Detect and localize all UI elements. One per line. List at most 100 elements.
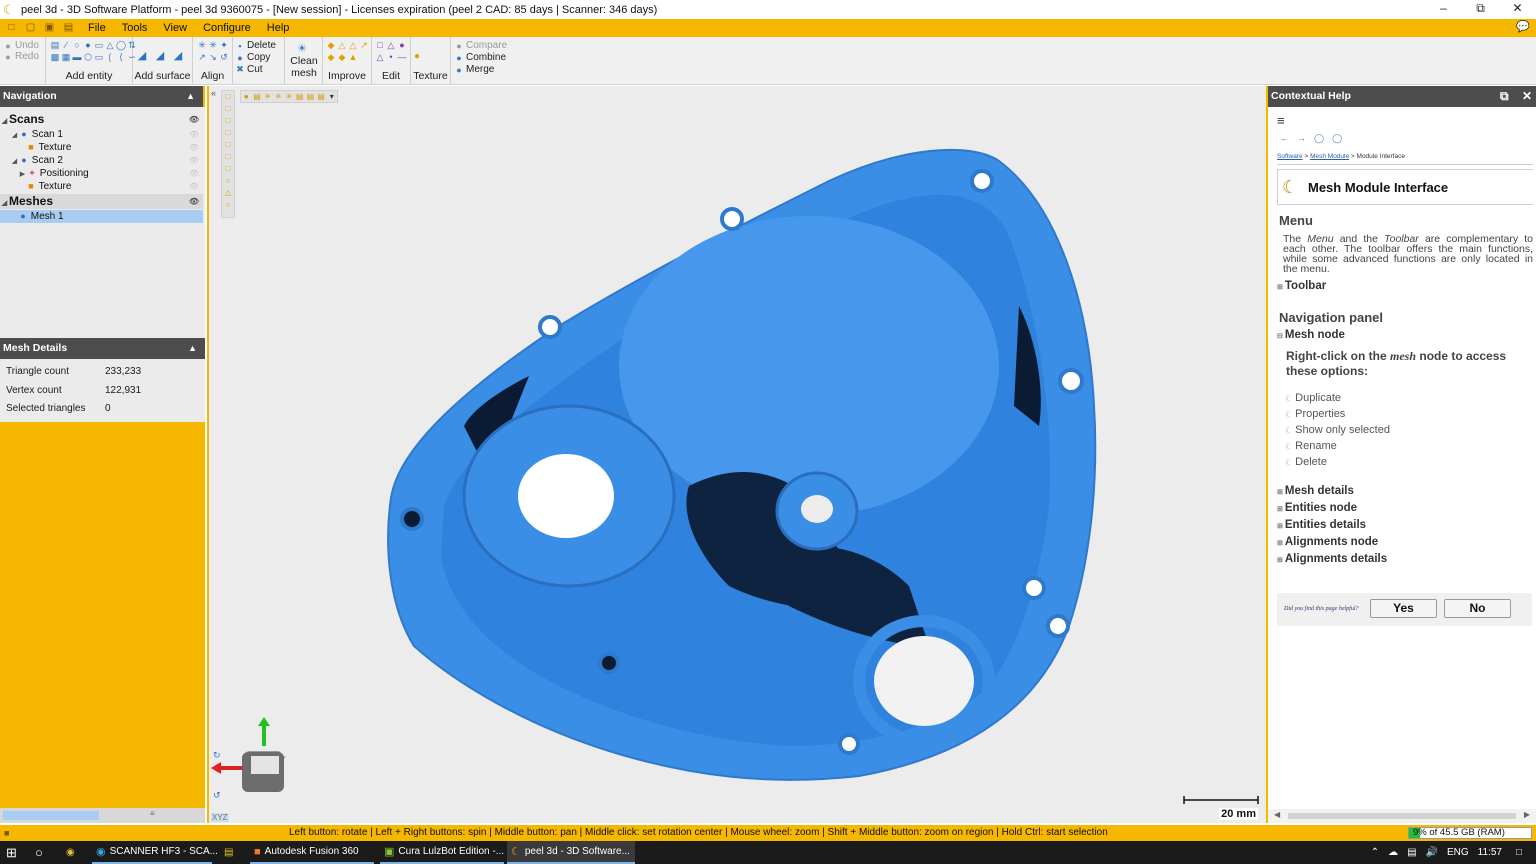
cylinder-icon[interactable]: ▭: [94, 40, 104, 51]
expand-arrow-icon[interactable]: ◢: [0, 196, 9, 211]
polygon-icon[interactable]: ⬡: [83, 52, 93, 63]
breadcrumb-software[interactable]: Software: [1277, 153, 1303, 160]
menu-file[interactable]: File: [80, 19, 114, 37]
restore-button[interactable]: ⧉: [1462, 0, 1499, 19]
tree-node-positioning[interactable]: ▶ ✦ Positioning 👁: [0, 167, 203, 180]
add-entity-label[interactable]: Add entity: [46, 70, 132, 82]
copy-button[interactable]: ● Copy: [236, 52, 270, 63]
align-transform-icon[interactable]: ↺: [219, 52, 229, 63]
network-icon[interactable]: ▤: [1407, 847, 1416, 858]
visibility-eye-icon[interactable]: 👁: [189, 112, 199, 127]
align-manual-icon[interactable]: ✦: [219, 40, 229, 51]
expand-arrow-icon[interactable]: ◢: [0, 114, 9, 129]
smooth-icon[interactable]: ◆: [326, 40, 336, 51]
align-label[interactable]: Align: [193, 70, 232, 82]
visibility-eye-icon[interactable]: 👁: [189, 180, 199, 193]
taskbar-peel3d[interactable]: ☾ peel 3d - 3D Software...: [507, 841, 635, 864]
undo-button[interactable]: ● Undo: [4, 40, 39, 51]
volume-icon[interactable]: 🔊: [1426, 847, 1438, 858]
alignments-node-section-link[interactable]: ⊞ Alignments node: [1277, 536, 1378, 548]
plane-cut-icon[interactable]: —: [397, 52, 407, 63]
menu-view[interactable]: View: [155, 19, 195, 37]
rectangle-icon[interactable]: ▭: [94, 52, 104, 63]
taskbar-fusion-360[interactable]: ■ Autodesk Fusion 360: [250, 841, 374, 864]
feedback-no-button[interactable]: No: [1444, 599, 1511, 618]
undock-icon[interactable]: ⧉: [1500, 89, 1509, 103]
close-window-button[interactable]: ✕: [1499, 0, 1536, 19]
tree-node-meshes[interactable]: ◢ Meshes 👁: [0, 194, 203, 209]
tree-node-scan-2-texture[interactable]: ■ Texture 👁: [0, 180, 203, 193]
slot-icon[interactable]: ▬: [72, 52, 82, 63]
language-indicator[interactable]: ENG: [1447, 847, 1469, 858]
fill-holes-icon[interactable]: ◆: [326, 52, 336, 63]
point-icon[interactable]: ●: [83, 40, 93, 51]
combine-button[interactable]: ● Combine: [455, 52, 506, 63]
breadcrumb-mesh-module[interactable]: Mesh Module: [1310, 153, 1349, 160]
notifications-icon[interactable]: □: [1516, 847, 1522, 858]
file-explorer-icon[interactable]: ▤: [224, 841, 233, 864]
grid-icon[interactable]: ▦: [61, 52, 71, 63]
add-surface-label[interactable]: Add surface: [133, 70, 192, 82]
circle-icon[interactable]: ○: [72, 40, 82, 51]
sharpen-icon[interactable]: ↗: [359, 40, 369, 51]
orientation-gizmo[interactable]: ↻ ↺: [209, 716, 299, 806]
edit-label[interactable]: Edit: [372, 70, 410, 82]
3d-viewport[interactable]: « □ □ □ □ □ □ □ ○ △ ○ ● ▤ ✳ ✳ ✳ ▤ ▤ ▤ ▾: [207, 86, 1266, 823]
line-icon[interactable]: ∕: [61, 40, 71, 51]
clean-mesh-group[interactable]: ☀ Clean mesh: [285, 37, 323, 84]
help-scrollbar-thumb[interactable]: [1288, 813, 1516, 819]
scroll-left-icon[interactable]: ◀: [1274, 810, 1280, 819]
alignments-details-section-link[interactable]: ⊞ Alignments details: [1277, 553, 1387, 565]
tree-node-scan-2[interactable]: ◢ ● Scan 2 👁: [0, 154, 203, 167]
tree-node-mesh-1[interactable]: ● Mesh 1: [0, 210, 203, 223]
toolbar-section-link[interactable]: ⊞ Toolbar: [1277, 280, 1326, 292]
hamburger-menu-icon[interactable]: ≡: [1277, 113, 1285, 128]
entities-details-section-link[interactable]: ⊞ Entities details: [1277, 519, 1366, 531]
feedback-yes-button[interactable]: Yes: [1370, 599, 1437, 618]
redo-button[interactable]: ● Redo: [4, 51, 39, 62]
mesh-render[interactable]: [209, 86, 1266, 823]
tray-chevron-icon[interactable]: ⌃: [1371, 847, 1379, 858]
menu-help[interactable]: Help: [259, 19, 298, 37]
scroll-right-icon[interactable]: ▶: [1524, 810, 1530, 819]
gizmo-rotate-icon[interactable]: ↻: [213, 751, 221, 761]
gizmo-rotate-icon[interactable]: ↺: [213, 791, 221, 801]
angle-icon[interactable]: ⟨: [116, 52, 126, 63]
remesh-icon[interactable]: ◆: [337, 52, 347, 63]
help-horizontal-scrollbar[interactable]: ◀ ▶: [1268, 809, 1536, 823]
tree-node-scan-1[interactable]: ◢ ● Scan 1 👁: [0, 128, 203, 141]
tree-node-scan-1-texture[interactable]: ■ Texture 👁: [0, 141, 203, 154]
compare-button[interactable]: ● Compare: [455, 40, 507, 51]
lasso-icon[interactable]: △: [375, 52, 385, 63]
menu-configure[interactable]: Configure: [195, 19, 259, 37]
scrollbar-thumb[interactable]: [3, 811, 99, 820]
visibility-eye-icon[interactable]: 👁: [189, 167, 199, 180]
menu-tools[interactable]: Tools: [114, 19, 156, 37]
visibility-eye-icon[interactable]: 👁: [189, 194, 199, 209]
optimize-icon[interactable]: [359, 52, 369, 63]
cut-button[interactable]: ✖ Cut: [236, 64, 262, 75]
select-icon[interactable]: □: [375, 40, 385, 51]
align-best-fit-icon[interactable]: ✳: [197, 40, 207, 51]
align-points-icon[interactable]: ✳: [208, 40, 218, 51]
taskbar-scanner-app[interactable]: ◉ SCANNER HF3 - SCA...: [92, 841, 218, 864]
help-bubble-icon[interactable]: 💬: [1516, 21, 1530, 34]
new-file-icon[interactable]: □: [4, 21, 19, 35]
decimate-icon[interactable]: △: [337, 40, 347, 51]
defeature-icon[interactable]: ▲: [348, 52, 358, 63]
back-arrow-icon[interactable]: ←: [1280, 133, 1289, 144]
surface-patch-icon[interactable]: ◢: [137, 51, 147, 62]
subdivide-icon[interactable]: △: [348, 40, 358, 51]
arc-icon[interactable]: ❲: [105, 52, 115, 63]
save-icon[interactable]: ▣: [42, 21, 57, 35]
visibility-eye-icon[interactable]: 👁: [189, 128, 199, 141]
box-icon[interactable]: ▩: [50, 52, 60, 63]
tree-node-scans[interactable]: ◢ Scans 👁: [0, 112, 203, 127]
sphere-icon[interactable]: ◯: [116, 40, 126, 51]
visibility-eye-icon[interactable]: 👁: [189, 154, 199, 167]
texture-label[interactable]: Texture: [411, 70, 450, 82]
forward-arrow-icon[interactable]: →: [1297, 133, 1306, 144]
merge-button[interactable]: ● Merge: [455, 64, 494, 75]
plane-icon[interactable]: ▤: [50, 40, 60, 51]
clock[interactable]: 11:57: [1478, 847, 1502, 858]
